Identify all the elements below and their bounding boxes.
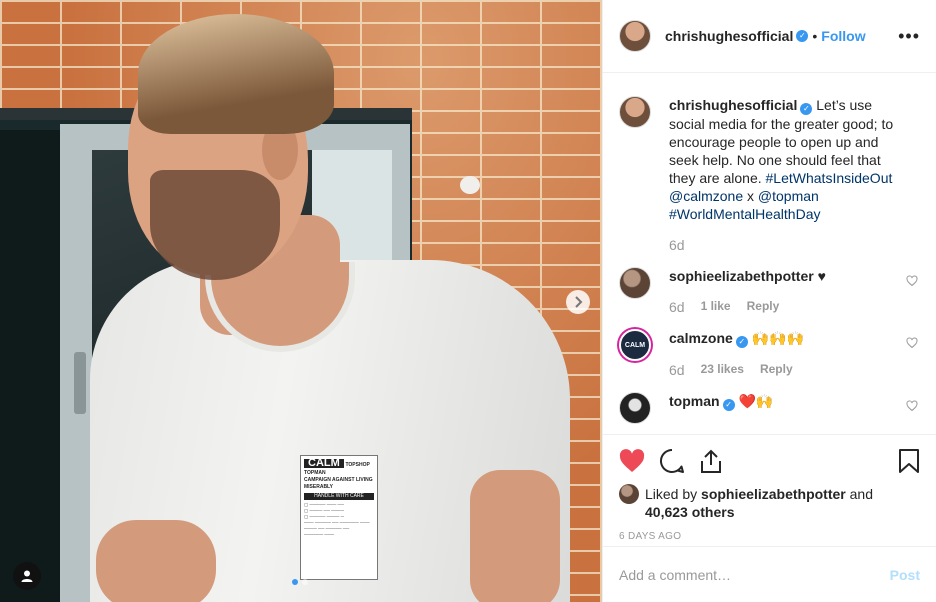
header-separator: • <box>812 28 818 44</box>
carousel-dots <box>292 579 308 585</box>
carousel-next-button[interactable] <box>566 290 590 314</box>
post-comment-button[interactable]: Post <box>890 567 920 583</box>
calm-shirt-label: CALM TOPSHOP TOPMAN CAMPAIGN AGAINST LIV… <box>300 455 378 580</box>
post-author-username[interactable]: chrishughesofficial <box>665 28 793 44</box>
comment-username[interactable]: sophieelizabethpotter <box>669 268 814 284</box>
post-side-panel: chrishughesofficial ✓ • Follow ••• chris… <box>602 0 936 602</box>
comment-username[interactable]: calmzone <box>669 330 733 346</box>
avatar[interactable] <box>619 392 651 424</box>
post-photo[interactable]: CALM TOPSHOP TOPMAN CAMPAIGN AGAINST LIV… <box>0 0 602 602</box>
avatar[interactable] <box>619 20 651 52</box>
bookmark-icon[interactable] <box>898 448 920 474</box>
comment: sophieelizabethpotter ♥ 6d 1 like Reply <box>619 267 920 315</box>
user-icon <box>21 570 33 582</box>
reply-button[interactable]: Reply <box>760 362 793 378</box>
share-icon[interactable] <box>699 448 723 474</box>
likes-count[interactable]: 40,623 others <box>645 504 735 520</box>
post-date[interactable]: 6 DAYS AGO <box>619 531 920 542</box>
like-heart-icon[interactable] <box>619 449 645 473</box>
comment-likes[interactable]: 1 like <box>701 299 731 315</box>
more-options-icon[interactable]: ••• <box>898 26 920 47</box>
comment-likes[interactable]: 23 likes <box>701 362 744 378</box>
door-handle <box>74 352 86 414</box>
like-comment-heart-icon[interactable] <box>906 337 918 349</box>
comment-time[interactable]: 6d <box>669 299 685 315</box>
comment-text: 🙌🙌🙌 <box>751 330 804 346</box>
comment-time[interactable]: 6d <box>669 362 685 378</box>
comment-bubble-icon[interactable] <box>659 448 685 474</box>
avatar[interactable] <box>619 484 639 504</box>
follow-button[interactable]: Follow <box>821 28 865 44</box>
add-comment-bar: Post <box>603 546 936 602</box>
post-actions: Liked by sophieelizabethpotter and 40,62… <box>603 434 936 542</box>
comment-text: ❤️🙌 <box>738 393 774 409</box>
caption: chrishughesofficial ✓ Let’s use social me… <box>619 96 920 253</box>
comment-username[interactable]: chrishughesofficial <box>669 97 797 113</box>
comment: CALM calmzone ✓ 🙌🙌🙌 6d 23 likes Reply <box>619 329 920 378</box>
comment-input[interactable] <box>619 566 890 583</box>
verified-badge-icon: ✓ <box>796 30 809 42</box>
avatar[interactable] <box>619 96 651 128</box>
carousel-dot <box>302 579 308 585</box>
comment-time[interactable]: 6d <box>669 237 685 253</box>
verified-badge-icon: ✓ <box>735 336 748 348</box>
avatar[interactable] <box>619 267 651 299</box>
hashtag-link[interactable]: #WorldMentalHealthDay <box>669 206 820 222</box>
comment-text: ♥ <box>817 268 826 284</box>
like-comment-heart-icon[interactable] <box>906 400 918 412</box>
mention-link[interactable]: @topman <box>758 188 819 204</box>
hashtag-link[interactable]: #LetWhatsInsideOut <box>766 170 893 186</box>
reply-button[interactable]: Reply <box>747 299 780 315</box>
comments-list[interactable]: chrishughesofficial ✓ Let’s use social me… <box>603 74 936 434</box>
comment-username[interactable]: topman <box>669 393 720 409</box>
likes-summary: Liked by sophieelizabethpotter and 40,62… <box>619 484 920 521</box>
liked-by-username[interactable]: sophieelizabethpotter <box>701 486 846 502</box>
like-comment-heart-icon[interactable] <box>906 275 918 287</box>
carousel-dot <box>292 579 298 585</box>
chevron-right-icon <box>575 296 583 308</box>
mention-link[interactable]: @calmzone <box>669 188 743 204</box>
comment: topman ✓ ❤️🙌 <box>619 392 920 424</box>
verified-badge-icon: ✓ <box>722 399 735 411</box>
avatar[interactable]: CALM <box>619 329 651 361</box>
verified-badge-icon: ✓ <box>800 103 813 115</box>
post-header: chrishughesofficial ✓ • Follow ••• <box>603 0 936 73</box>
tagged-users-button[interactable] <box>13 562 41 590</box>
